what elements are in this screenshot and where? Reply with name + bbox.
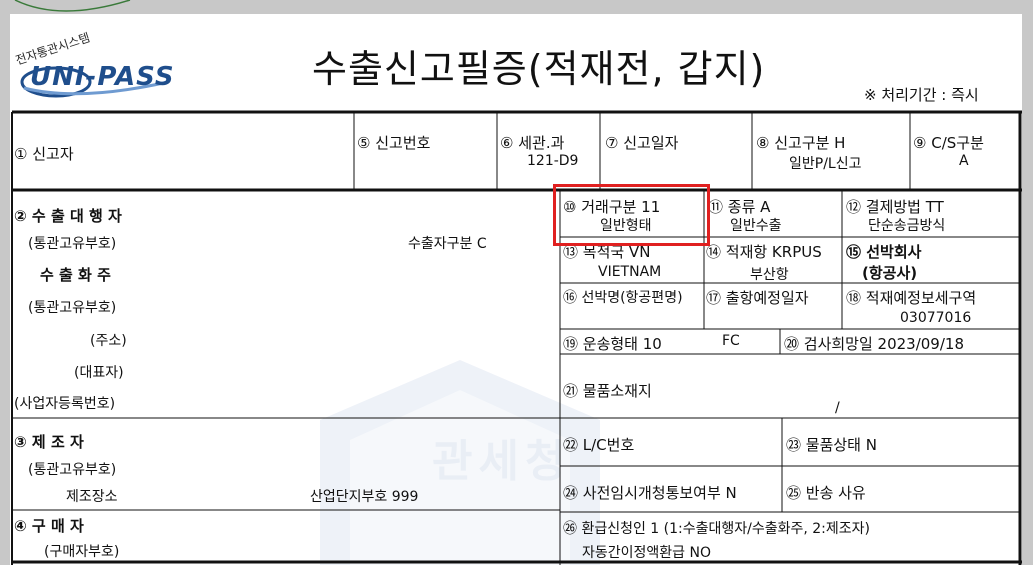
buyer-label: ④ 구 매 자 — [14, 517, 84, 535]
pre-inspection-notice-label: ㉔ 사전임시개청통보여부 N — [563, 484, 737, 502]
bonded-area-label: ⑱ 적재예정보세구역 — [846, 289, 977, 307]
customs-office-value: 121-D9 — [527, 153, 579, 169]
declaration-number-label: ⑤ 신고번호 — [357, 134, 431, 152]
carrier-sub-label: (항공사) — [862, 264, 918, 282]
address-label: (주소) — [90, 333, 127, 349]
highlight-box — [553, 184, 710, 246]
representative-label: (대표자) — [74, 365, 124, 381]
buyer-code-label: (구매자부호) — [44, 544, 120, 560]
export-kind-value: 일반수출 — [730, 218, 782, 234]
export-kind-label: ⑪ 종류 A — [708, 198, 771, 216]
refund-applicant-label: ㉖ 환급신청인 1 (1:수출대행자/수출화주, 2:제조자) — [563, 521, 871, 537]
auto-refund-label: 자동간이정액환급 NO — [582, 545, 711, 561]
exporter-type-label: 수출자구분 C — [408, 236, 487, 252]
payment-method-label: ⑫ 결제방법 TT — [846, 198, 944, 216]
inspection-date-label: ⑳ 검사희망일 2023/09/18 — [784, 335, 964, 353]
transport-type-code: FC — [722, 333, 740, 349]
exporter-agent-label: ② 수 출 대 행 자 — [14, 207, 122, 225]
declaration-date-label: ⑦ 신고일자 — [605, 134, 679, 152]
factory-location-label: 제조장소 — [66, 489, 118, 505]
return-reason-label: ㉕ 반송 사유 — [786, 484, 866, 502]
lc-number-label: ㉒ L/C번호 — [563, 436, 635, 454]
transport-type-label: ⑲ 운송형태 10 — [563, 335, 662, 353]
industrial-complex-code: 산업단지부호 999 — [310, 489, 419, 505]
goods-location-tail: / — [835, 400, 840, 416]
cs-type-label: ⑨ C/S구분 — [913, 134, 984, 152]
exporter-owner-label: 수 출 화 주 — [40, 266, 111, 284]
customs-id-label-3: (통관고유부호) — [28, 462, 117, 478]
declarant-label: ① 신고자 — [14, 145, 74, 163]
loading-port-label: ⑭ 적재항 KRPUS — [706, 243, 822, 261]
customs-id-label-2: (통관고유부호) — [28, 300, 117, 316]
cs-type-value: A — [959, 153, 969, 169]
customs-office-label: ⑥ 세관.과 — [500, 134, 565, 152]
carrier-label: ⑮ 선박회사 — [846, 243, 922, 261]
departure-date-label: ⑰ 출항예정일자 — [706, 289, 809, 307]
destination-country-value: VIETNAM — [598, 264, 662, 280]
goods-location-label: ㉑ 물품소재지 — [563, 382, 652, 400]
goods-state-label: ㉓ 물품상태 N — [786, 436, 877, 454]
declaration-type-label: ⑧ 신고구분 H — [756, 134, 846, 152]
loading-port-value: 부산항 — [750, 267, 789, 283]
vessel-name-label: ⑯ 선박명(항공편명) — [563, 290, 683, 306]
manufacturer-label: ③ 제 조 자 — [14, 433, 84, 451]
declaration-type-value: 일반P/L신고 — [789, 156, 862, 172]
customs-id-label-1: (통관고유부호) — [28, 236, 117, 252]
bonded-area-value: 03077016 — [900, 310, 972, 326]
business-number-label: (사업자등록번호) — [14, 396, 116, 412]
payment-method-value: 단순송금방식 — [868, 218, 946, 234]
